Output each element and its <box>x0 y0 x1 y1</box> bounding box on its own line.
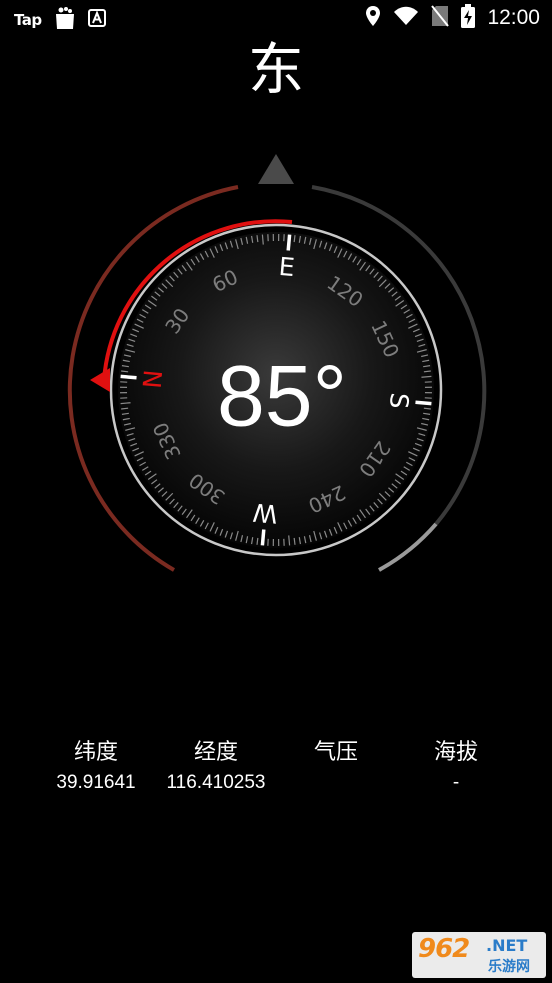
info-bar: 纬度 39.91641 经度 116.410253 气压 海拔 - <box>36 738 516 798</box>
latitude-value: 39.91641 <box>56 772 136 793</box>
compass-dial: NESW 30 60 120 150 210 240 300 330 85° <box>0 140 552 600</box>
cardinal-west: W <box>252 498 279 529</box>
outer-arc-highlight <box>378 522 438 572</box>
tick-mark <box>423 407 431 410</box>
altitude-value: - <box>452 772 460 793</box>
latitude-label: 纬度 <box>73 740 118 765</box>
tick-mark <box>286 234 292 251</box>
store-bag-icon <box>54 6 76 34</box>
heading-degrees: 85° <box>217 349 347 445</box>
altitude-label: 海拔 <box>433 740 478 765</box>
wifi-icon <box>393 6 419 30</box>
cardinal-east: E <box>278 252 296 282</box>
status-bar: Tap 12:00 <box>0 0 552 38</box>
a-box-icon <box>87 9 106 31</box>
watermark-main: 962 <box>418 934 470 964</box>
north-marker-icon <box>90 368 110 392</box>
watermark-logo: 962 .NET 乐游网 <box>412 932 546 978</box>
tick-mark <box>120 374 137 380</box>
altitude-item: 海拔 - <box>396 738 516 798</box>
tick-mark <box>415 400 432 406</box>
watermark-net: .NET <box>486 936 528 955</box>
tick-mark <box>293 537 296 545</box>
tick-mark <box>121 370 129 373</box>
tick-mark <box>260 529 266 546</box>
cardinal-south: S <box>384 392 414 410</box>
longitude-item: 经度 116.410253 <box>156 738 276 798</box>
heading-pointer-icon <box>258 154 294 184</box>
compass-svg: NESW 3060 120150210240300330 85° <box>67 154 487 572</box>
pressure-item: 气压 <box>276 738 396 798</box>
location-icon <box>365 5 381 31</box>
tick-mark <box>121 407 129 410</box>
taptap-logo-icon: Tap <box>14 11 42 29</box>
tick-mark <box>423 370 431 373</box>
direction-title: 东 <box>248 38 304 103</box>
cardinal-north: N <box>138 369 169 390</box>
status-time: 12:00 <box>487 6 540 29</box>
latitude-item: 纬度 39.91641 <box>36 738 156 798</box>
no-sim-icon <box>431 5 450 31</box>
pressure-label: 气压 <box>313 740 358 765</box>
longitude-label: 经度 <box>193 740 238 765</box>
battery-charging-icon <box>461 4 476 32</box>
tick-mark <box>256 235 259 243</box>
watermark-sub: 乐游网 <box>488 959 530 975</box>
tick-mark <box>293 235 296 243</box>
tick-mark <box>256 537 259 545</box>
longitude-value: 116.410253 <box>166 772 266 793</box>
